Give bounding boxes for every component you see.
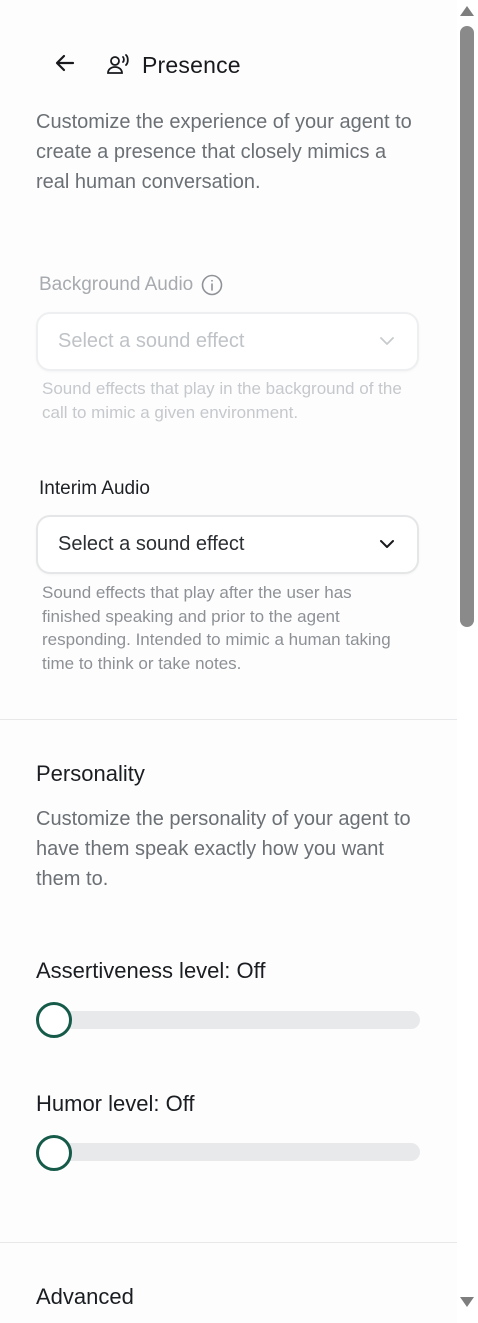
background-audio-help: Sound effects that play in the backgroun… — [42, 379, 402, 422]
presence-description: Customize the experience of your agent t… — [36, 111, 412, 193]
background-audio-select[interactable]: Select a sound effect — [36, 312, 419, 371]
assertiveness-slider-track[interactable] — [36, 1011, 420, 1029]
person-speaking-icon — [106, 53, 132, 77]
section-divider — [0, 719, 457, 720]
scroll-down-arrow-icon[interactable] — [460, 1297, 474, 1307]
interim-audio-label-text: Interim Audio — [39, 478, 150, 499]
scrollbar[interactable] — [457, 0, 478, 1323]
interim-audio-select-value: Select a sound effect — [58, 533, 245, 555]
info-icon[interactable] — [201, 274, 223, 296]
scrollbar-thumb[interactable] — [460, 26, 474, 627]
presence-panel: Presence Customize the experience of you… — [0, 0, 457, 1323]
personality-description: Customize the personality of your agent … — [36, 808, 411, 890]
scroll-up-arrow-icon[interactable] — [460, 6, 474, 16]
back-button[interactable] — [50, 50, 80, 80]
advanced-title[interactable]: Advanced — [36, 1284, 134, 1310]
assertiveness-slider-thumb[interactable] — [36, 1002, 72, 1038]
humor-label: Humor level: Off — [36, 1091, 195, 1116]
interim-audio-select[interactable]: Select a sound effect — [36, 515, 419, 574]
chevron-down-icon — [379, 536, 395, 554]
section-divider — [0, 1242, 457, 1243]
page-title: Presence — [142, 51, 241, 78]
assertiveness-label: Assertiveness level: Off — [36, 958, 266, 983]
background-audio-label: Background Audio — [39, 274, 223, 296]
interim-audio-help: Sound effects that play after the user h… — [42, 583, 391, 673]
background-audio-select-value: Select a sound effect — [58, 330, 245, 352]
arrow-left-icon — [53, 51, 77, 80]
chevron-down-icon — [379, 333, 395, 351]
personality-title: Personality — [36, 761, 145, 786]
background-audio-label-text: Background Audio — [39, 274, 194, 295]
panel-header: Presence — [50, 50, 241, 80]
humor-slider-thumb[interactable] — [36, 1135, 72, 1171]
interim-audio-label: Interim Audio — [39, 478, 150, 500]
humor-slider-track[interactable] — [36, 1143, 420, 1161]
